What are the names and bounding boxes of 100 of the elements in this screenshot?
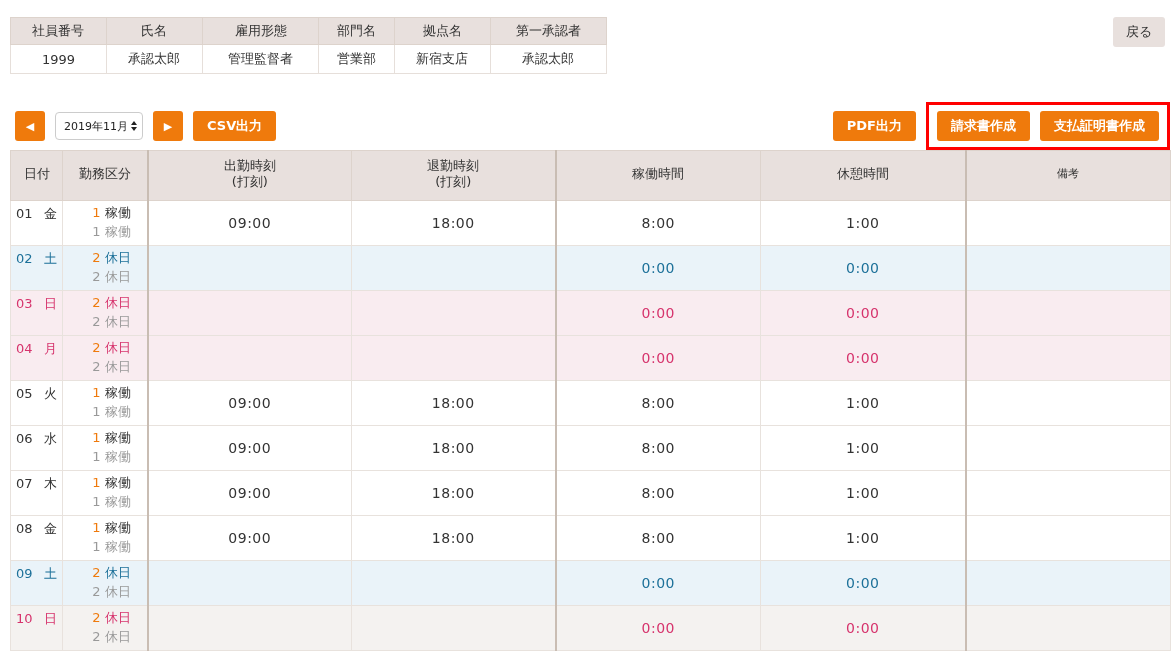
date-number: 05 (16, 385, 33, 403)
weekday: 木 (44, 475, 57, 493)
date-number: 02 (16, 250, 33, 268)
date-number: 08 (16, 520, 33, 538)
weekday: 水 (44, 430, 57, 448)
next-month-button[interactable]: ▶ (153, 111, 183, 141)
clock-out-time: 18:00 (431, 484, 475, 502)
column-header: 休憩時間 (836, 165, 889, 182)
column-header: 雇用形態 (202, 17, 319, 45)
break-hours: 1:00 (846, 484, 880, 502)
working-hours: 8:00 (641, 484, 675, 502)
actual-work-type: 稼働 (104, 403, 131, 421)
break-hours: 1:00 (846, 439, 880, 457)
weekday: 金 (44, 520, 57, 538)
actual-code: 2 (92, 268, 101, 286)
plan-work-type: 休日 (104, 294, 131, 312)
csv-export-button[interactable]: CSV出力 (193, 111, 277, 141)
plan-work-type: 稼働 (104, 519, 131, 537)
clock-out-time: 18:00 (431, 529, 475, 547)
pdf-export-button[interactable]: PDF出力 (832, 111, 916, 141)
document-button[interactable]: 支払証明書作成 (1040, 111, 1159, 141)
column-header: 勤務区分 (78, 165, 131, 182)
working-hours: 8:00 (641, 439, 675, 457)
column-header: 備考 (1057, 165, 1080, 182)
weekday: 土 (44, 565, 57, 583)
date-number: 09 (16, 565, 33, 583)
column-header: 出勤時刻 (打刻) (223, 157, 276, 190)
plan-work-type: 稼働 (104, 204, 131, 222)
plan-code: 2 (92, 564, 101, 582)
actual-code: 1 (92, 538, 101, 556)
actual-work-type: 稼働 (104, 448, 131, 466)
clock-out-time: 18:00 (431, 214, 475, 232)
weekday: 火 (44, 385, 57, 403)
column-header: 社員番号 (10, 17, 107, 45)
column-header: 部門名 (318, 17, 395, 45)
clock-in-time: 09:00 (228, 529, 272, 547)
plan-code: 1 (92, 204, 101, 222)
document-button[interactable]: 請求書作成 (937, 111, 1030, 141)
break-hours: 0:00 (846, 619, 880, 637)
break-hours: 1:00 (846, 214, 880, 232)
actual-code: 2 (92, 358, 101, 376)
actual-code: 1 (92, 223, 101, 241)
weekday: 金 (44, 205, 57, 223)
actual-work-type: 稼働 (104, 538, 131, 556)
date-number: 04 (16, 340, 33, 358)
actual-code: 2 (92, 583, 101, 601)
working-hours: 0:00 (641, 574, 675, 592)
break-hours: 0:00 (846, 349, 880, 367)
break-hours: 1:00 (846, 394, 880, 412)
working-hours: 0:00 (641, 619, 675, 637)
working-hours: 8:00 (641, 214, 675, 232)
column-header: 日付 (23, 165, 50, 182)
plan-work-type: 休日 (104, 339, 131, 357)
weekday: 土 (44, 250, 57, 268)
actual-code: 1 (92, 493, 101, 511)
weekday: 日 (44, 295, 57, 313)
weekday: 月 (44, 340, 57, 358)
spinner-icon (131, 121, 137, 131)
working-hours: 8:00 (641, 394, 675, 412)
working-hours: 0:00 (641, 349, 675, 367)
working-hours: 0:00 (641, 304, 675, 322)
plan-code: 1 (92, 519, 101, 537)
table-cell: 営業部 (318, 44, 395, 74)
table-cell: 1999 (10, 44, 107, 74)
actual-work-type: 休日 (104, 628, 131, 646)
plan-work-type: 休日 (104, 564, 131, 582)
break-hours: 1:00 (846, 529, 880, 547)
break-hours: 0:00 (846, 574, 880, 592)
actual-code: 1 (92, 403, 101, 421)
actual-work-type: 休日 (104, 358, 131, 376)
plan-work-type: 稼働 (104, 474, 131, 492)
clock-out-time: 18:00 (431, 394, 475, 412)
actual-work-type: 稼働 (104, 223, 131, 241)
back-button[interactable]: 戻る (1113, 17, 1165, 47)
table-cell: 承認太郎 (106, 44, 203, 74)
break-hours: 0:00 (846, 259, 880, 277)
plan-work-type: 休日 (104, 249, 131, 267)
clock-in-time: 09:00 (228, 394, 272, 412)
column-header: 退勤時刻 (打刻) (427, 157, 480, 190)
column-header: 第一承認者 (490, 17, 607, 45)
break-hours: 0:00 (846, 304, 880, 322)
clock-in-time: 09:00 (228, 484, 272, 502)
date-number: 07 (16, 475, 33, 493)
actual-code: 2 (92, 628, 101, 646)
actual-code: 2 (92, 313, 101, 331)
column-header: 拠点名 (394, 17, 491, 45)
plan-code: 1 (92, 474, 101, 492)
plan-code: 2 (92, 249, 101, 267)
plan-work-type: 稼働 (104, 429, 131, 447)
working-hours: 8:00 (641, 529, 675, 547)
working-hours: 0:00 (641, 259, 675, 277)
actual-work-type: 稼働 (104, 493, 131, 511)
plan-code: 2 (92, 294, 101, 312)
month-select[interactable]: 2019年11月 (55, 112, 143, 140)
column-header: 氏名 (106, 17, 203, 45)
plan-code: 2 (92, 339, 101, 357)
plan-code: 1 (92, 384, 101, 402)
plan-work-type: 稼働 (104, 384, 131, 402)
date-number: 03 (16, 295, 33, 313)
previous-month-button[interactable]: ◀ (15, 111, 45, 141)
